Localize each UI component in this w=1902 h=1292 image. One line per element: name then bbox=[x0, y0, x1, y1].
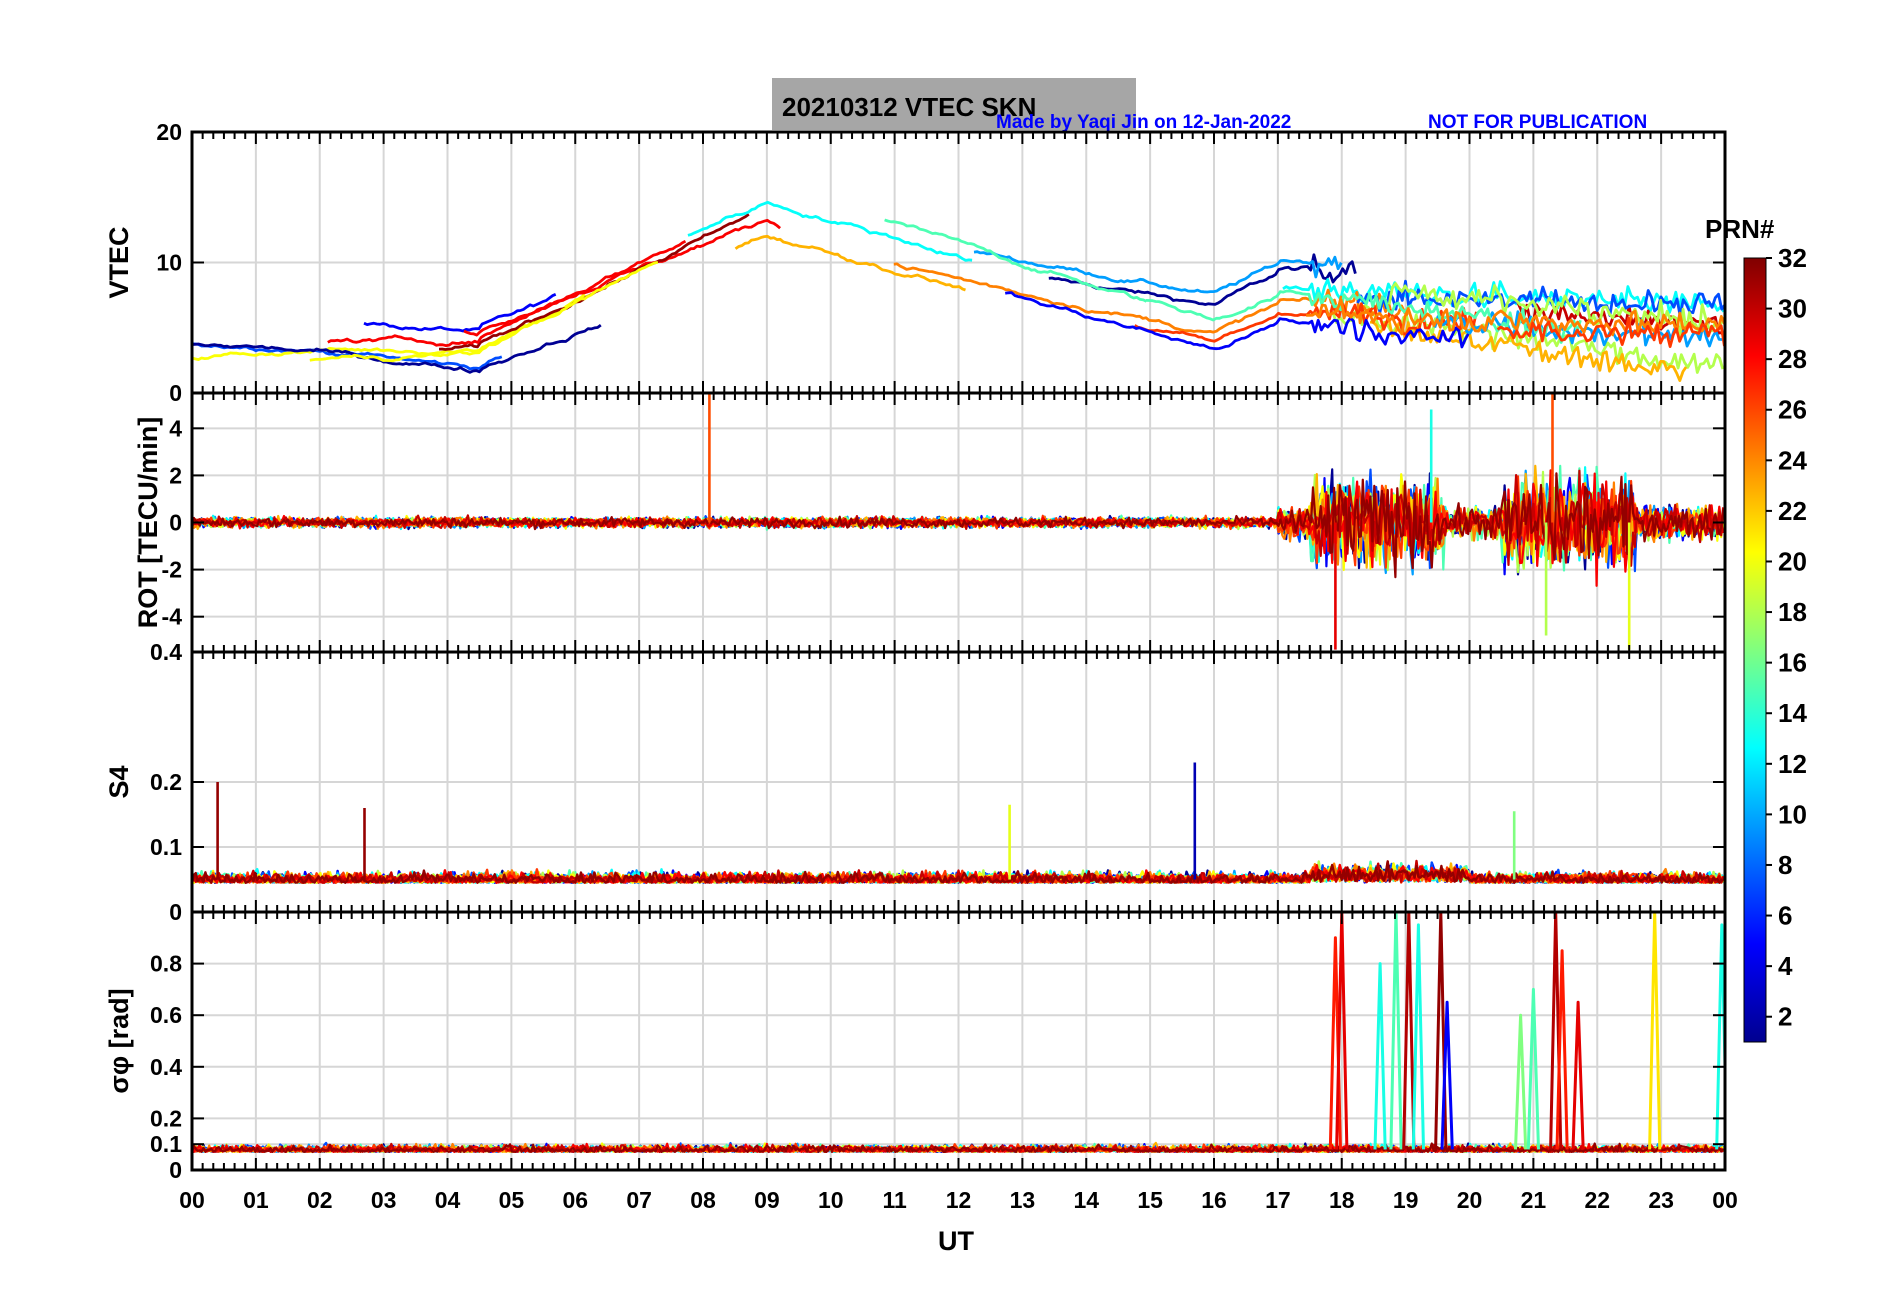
x-tick-label: 12 bbox=[946, 1187, 972, 1213]
y-tick-label: 4 bbox=[169, 415, 182, 441]
x-tick-label: 15 bbox=[1137, 1187, 1163, 1213]
colorbar-tick-label: 12 bbox=[1778, 749, 1807, 779]
colorbar-tick-label: 30 bbox=[1778, 294, 1807, 324]
colorbar-tick-label: 4 bbox=[1778, 951, 1793, 981]
x-tick-label: 17 bbox=[1265, 1187, 1291, 1213]
colorbar-tick-label: 14 bbox=[1778, 698, 1807, 728]
x-tick-label: 00 bbox=[179, 1187, 205, 1213]
y-tick-label: 0.8 bbox=[150, 951, 182, 977]
x-tick-label: 18 bbox=[1329, 1187, 1355, 1213]
colorbar-tick-label: 18 bbox=[1778, 597, 1807, 627]
x-tick-label: 10 bbox=[818, 1187, 844, 1213]
chart-figure: 20210312 VTEC SKN Made by Yaqi Jin on 12… bbox=[104, 78, 1807, 1256]
x-tick-label: 02 bbox=[307, 1187, 333, 1213]
x-tick-label: 11 bbox=[882, 1187, 907, 1213]
colorbar-tick-label: 22 bbox=[1778, 496, 1807, 526]
x-tick-label: 00 bbox=[1712, 1187, 1738, 1213]
x-tick-label: 19 bbox=[1393, 1187, 1419, 1213]
y-tick-label: 0.6 bbox=[150, 1002, 182, 1028]
y-tick-label: 0 bbox=[169, 510, 182, 536]
x-tick-label: 23 bbox=[1648, 1187, 1674, 1213]
x-tick-label: 09 bbox=[754, 1187, 780, 1213]
colorbar-tick-label: 24 bbox=[1778, 445, 1807, 475]
y-tick-label: 20 bbox=[156, 119, 182, 145]
x-tick-label: 01 bbox=[243, 1187, 269, 1213]
y-axis-label: S4 bbox=[104, 765, 134, 798]
colorbar-tick-label: 32 bbox=[1778, 243, 1807, 273]
colorbar-tick-label: 20 bbox=[1778, 546, 1807, 576]
y-axis-label: σφ [rad] bbox=[104, 988, 134, 1093]
y-tick-label: 0 bbox=[169, 1157, 182, 1183]
y-axis-label: ROT [TECU/min] bbox=[133, 417, 163, 628]
y-tick-label: -4 bbox=[162, 604, 183, 630]
x-tick-label: 21 bbox=[1521, 1187, 1547, 1213]
x-tick-label: 14 bbox=[1073, 1187, 1099, 1213]
colorbar-tick-label: 8 bbox=[1778, 850, 1792, 880]
y-tick-label: 0 bbox=[169, 380, 182, 406]
colorbar-tick-label: 2 bbox=[1778, 1002, 1792, 1032]
y-tick-label: 0.4 bbox=[150, 639, 182, 665]
y-tick-label: 0.2 bbox=[150, 769, 182, 795]
x-tick-label: 22 bbox=[1584, 1187, 1610, 1213]
x-tick-label: 16 bbox=[1201, 1187, 1227, 1213]
panel-rot: 4 2 0 -2 -4ROT [TECU/min] bbox=[133, 391, 1727, 654]
colorbar-tick-label: 26 bbox=[1778, 395, 1807, 425]
colorbar-tick-label: 10 bbox=[1778, 799, 1807, 829]
x-tick-label: 03 bbox=[371, 1187, 397, 1213]
x-tick-label: 08 bbox=[690, 1187, 716, 1213]
y-tick-label: 0 bbox=[169, 899, 182, 925]
colorbar bbox=[1743, 257, 1767, 1043]
x-tick-label: 06 bbox=[562, 1187, 588, 1213]
x-tick-label: 20 bbox=[1457, 1187, 1483, 1213]
y-tick-label: 0.1 bbox=[150, 834, 182, 860]
y-tick-label: 0.4 bbox=[150, 1054, 182, 1080]
grid bbox=[192, 912, 1725, 1170]
y-tick-label: 10 bbox=[156, 250, 182, 276]
panel-vtec: 0 10 20 VTEC bbox=[104, 119, 1727, 406]
panel-sigphi: 00.10.2 0.4 0.6 0.8 σφ [rad] bbox=[104, 910, 1727, 1183]
y-tick-label: 0.1 bbox=[150, 1131, 182, 1157]
panel-s4: 0 0.1 0.2 0.4 S4 bbox=[104, 639, 1727, 925]
colorbar-label: PRN# bbox=[1705, 214, 1775, 244]
y-tick-label: 2 bbox=[169, 462, 182, 488]
x-tick-label: 05 bbox=[499, 1187, 525, 1213]
credit-text: Made by Yaqi Jin on 12-Jan-2022 bbox=[996, 112, 1291, 133]
not-for-publication-text: NOT FOR PUBLICATION bbox=[1428, 112, 1647, 133]
y-tick-label: -2 bbox=[162, 557, 182, 583]
y-tick-label: 0.2 bbox=[150, 1105, 182, 1131]
x-tick-label: 07 bbox=[626, 1187, 652, 1213]
colorbar-tick-label: 16 bbox=[1778, 648, 1807, 678]
x-tick-label: 13 bbox=[1010, 1187, 1036, 1213]
x-tick-labels: 00 01 02 03 04 05 06 07 08 09 10 11 12 13 14 15 16 17 18 19… bbox=[179, 1187, 1738, 1213]
y-axis-label: VTEC bbox=[104, 226, 134, 298]
colorbar-tick-label: 6 bbox=[1778, 901, 1792, 931]
x-tick-label: 04 bbox=[435, 1187, 461, 1213]
colorbar-tick-label: 28 bbox=[1778, 344, 1807, 374]
panels-layer: 01020VTEC420-2-4ROT [TECU/min]00.10.20.4… bbox=[104, 119, 1738, 1213]
colorbar-ticks: 2468101214161820222426283032 bbox=[1766, 243, 1807, 1032]
x-axis-label: UT bbox=[938, 1226, 974, 1256]
